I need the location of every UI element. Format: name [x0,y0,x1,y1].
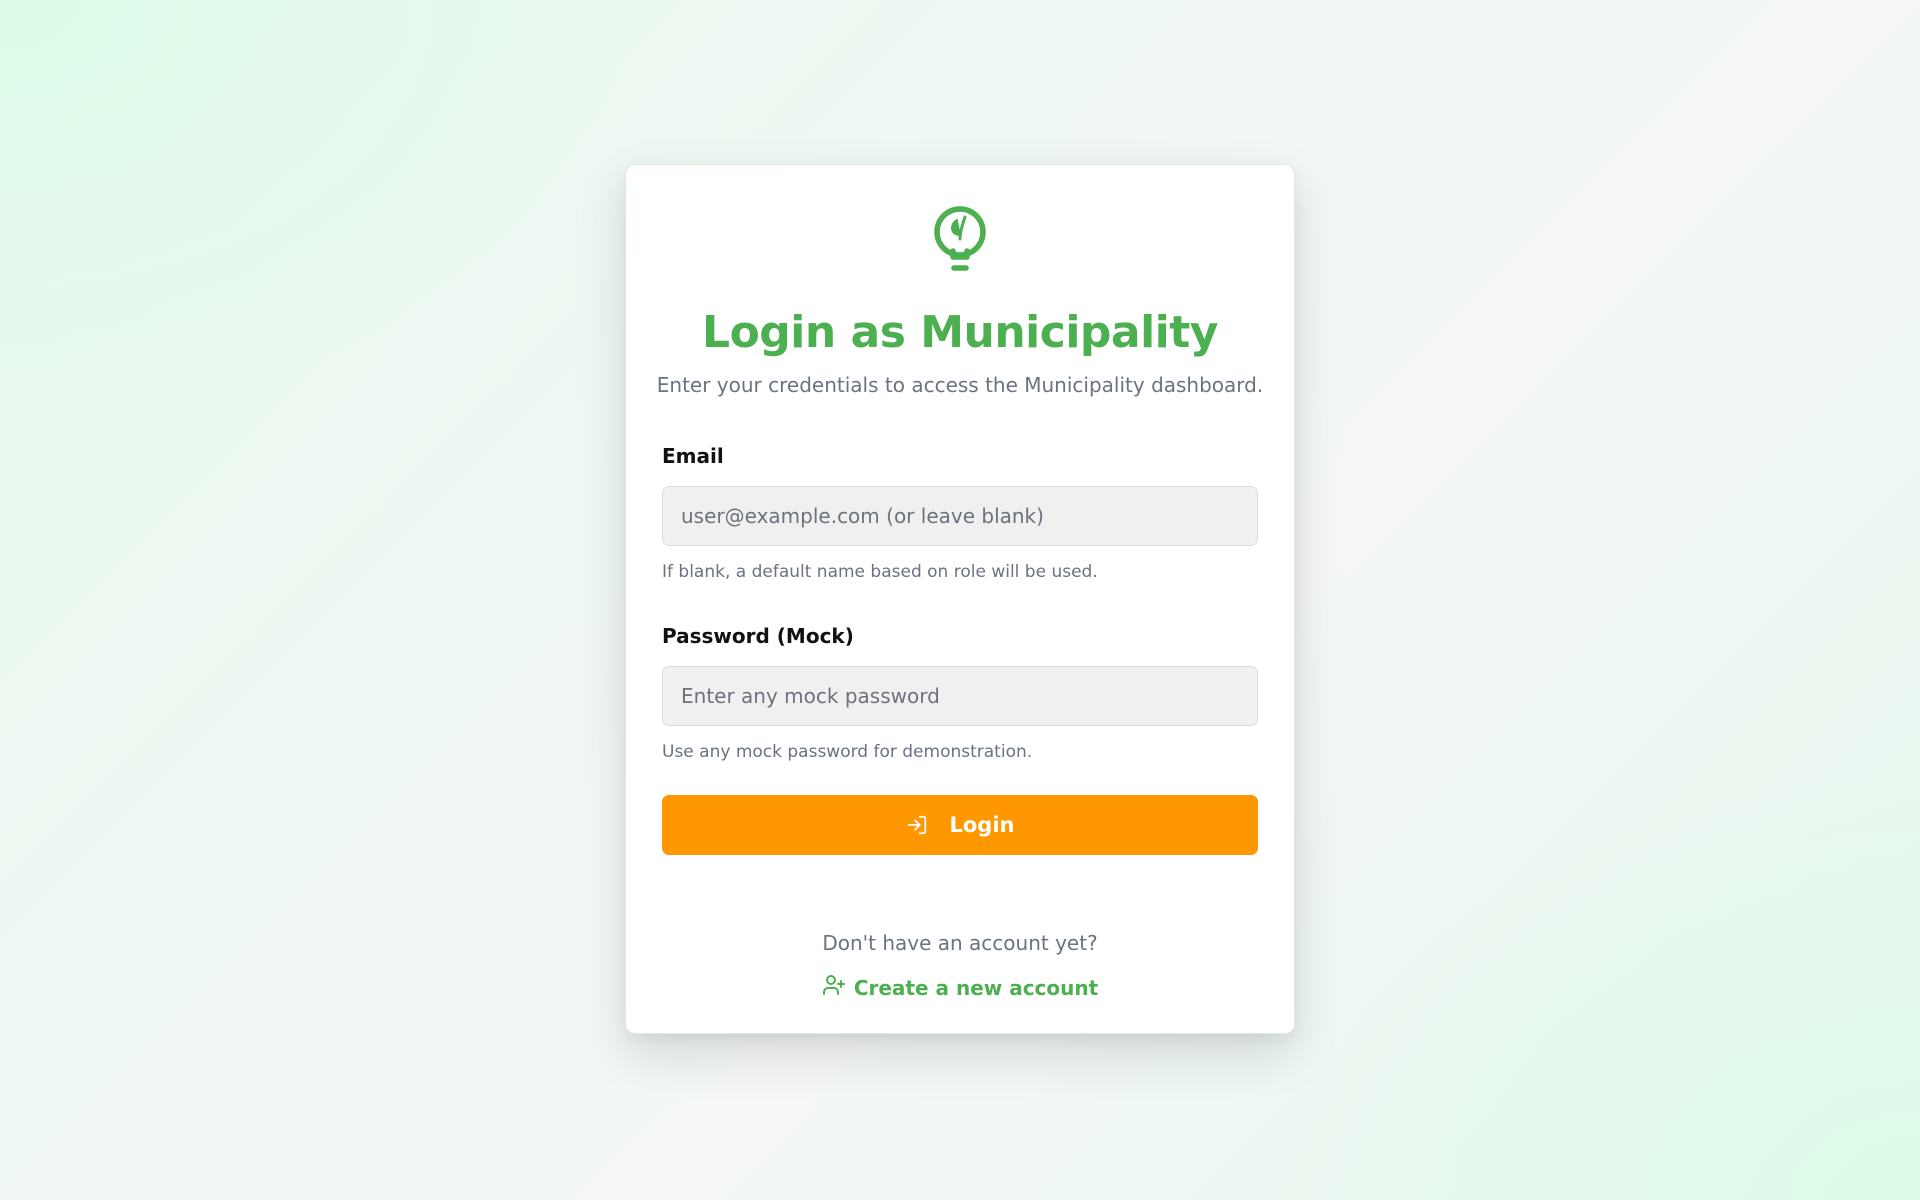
email-hint: If blank, a default name based on role w… [662,562,1098,582]
lightbulb-leaf-icon [927,205,993,277]
signup-prompt: Don't have an account yet? [822,931,1098,955]
user-plus-icon [822,973,846,1002]
log-in-icon [906,814,928,836]
login-button[interactable]: Login [662,795,1258,855]
page-title: Login as Municipality [702,307,1218,358]
login-button-label: Login [949,813,1015,837]
login-card: Login as Municipality Enter your credent… [625,164,1295,1034]
email-label: Email [662,444,724,468]
email-field-group: Email If blank, a default name based on … [662,442,1258,582]
page-subtitle: Enter your credentials to access the Mun… [656,373,1264,397]
email-input[interactable] [662,486,1258,546]
password-label: Password (Mock) [662,624,854,648]
create-account-link[interactable]: Create a new account [626,973,1294,1002]
create-account-label: Create a new account [853,975,1099,1000]
password-hint: Use any mock password for demonstration. [662,742,1033,762]
password-input[interactable] [662,666,1258,726]
password-field-group: Password (Mock) Use any mock password fo… [662,622,1258,762]
